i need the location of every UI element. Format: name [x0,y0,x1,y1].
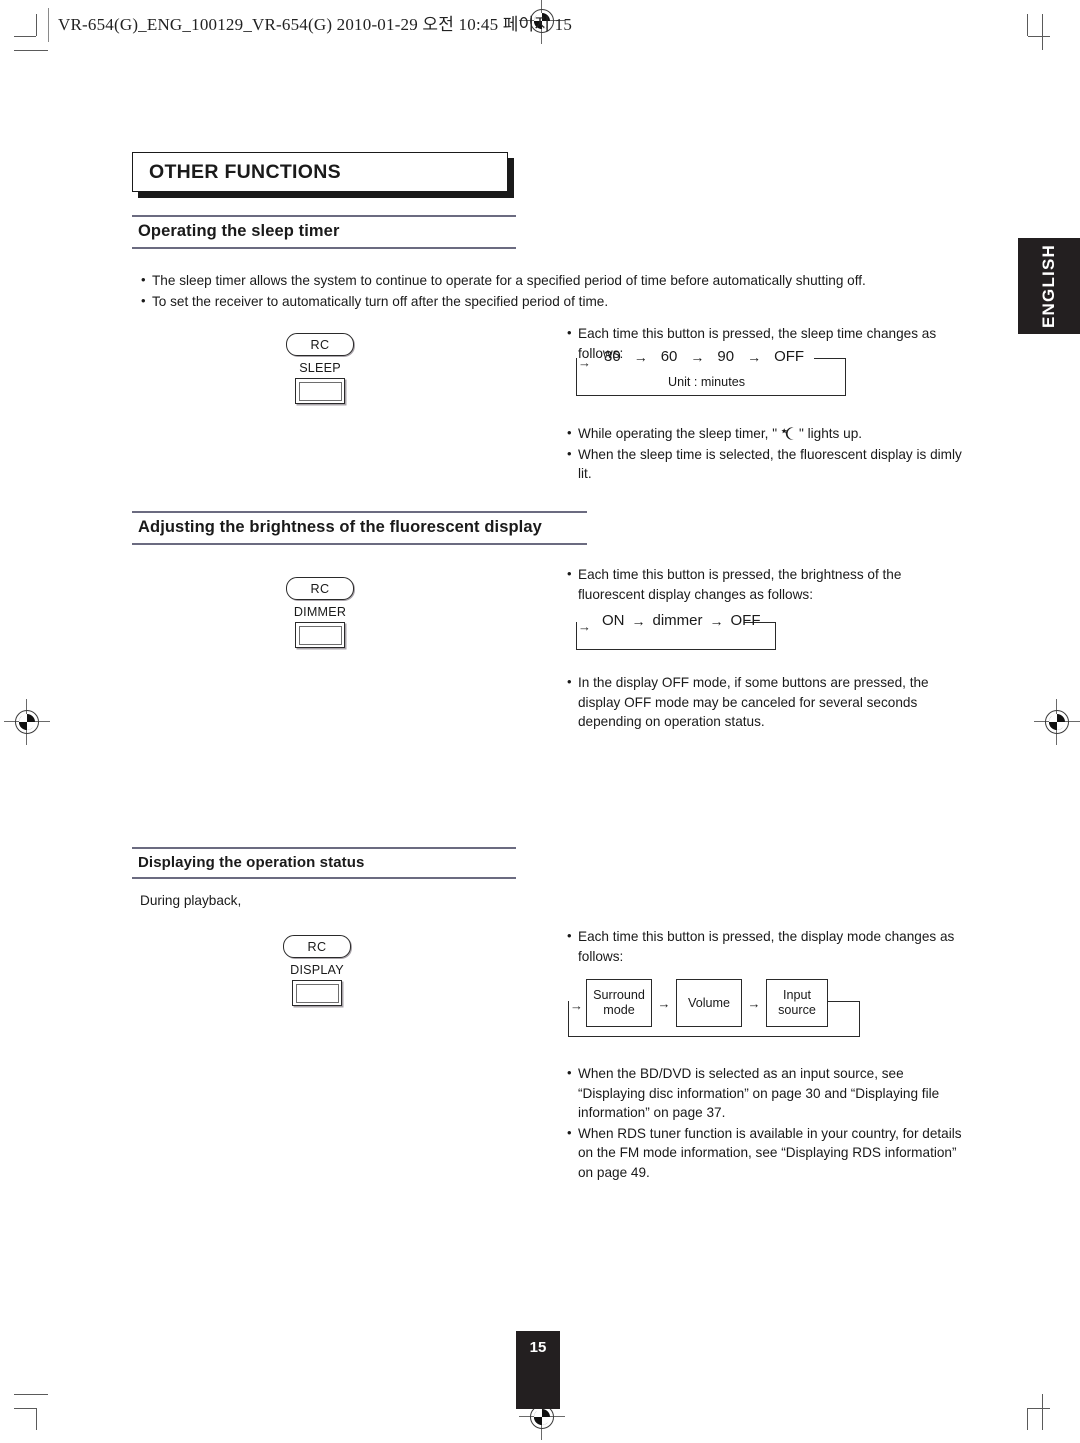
chapter-title-box: OTHER FUNCTIONS [132,152,508,192]
sleep-key-label: SLEEP [299,361,341,375]
chapter-title: OTHER FUNCTIONS [149,161,341,183]
brightness-after-text: In the display OFF mode, if some buttons… [566,672,966,733]
list-item: In the display OFF mode, if some buttons… [566,672,966,732]
list-item: When RDS tuner function is available in … [566,1123,966,1183]
section-heading-text: Displaying the operation status [138,854,365,871]
list-item: The sleep timer allows the system to con… [140,270,940,291]
crop-mark-bottom-left-h [14,1408,36,1409]
cycle-step: OFF [730,612,761,629]
moon-star-icon [777,426,799,441]
operation-status-lead: During playback, [140,893,242,908]
section-heading-operation-status: Displaying the operation status [132,847,516,879]
display-mode-box-label: Input source [778,988,816,1017]
cycle-arrow: → [657,995,671,1011]
sleep-key-button[interactable] [295,378,345,404]
cycle-step: 30 [604,348,621,365]
sleep-cycle-diagram: → 30 → 60 → 90 → OFF Unit : minutes [576,348,846,396]
list-item: When the BD/DVD is selected as an input … [566,1063,966,1123]
cycle-tail [826,1001,860,1002]
list-item: Each time this button is pressed, the di… [566,926,958,966]
list-item: When the sleep time is selected, the flu… [566,444,966,484]
display-key-label: DISPLAY [290,963,344,977]
rc-pill-sleep: RC [286,333,354,356]
list-item-pre: While operating the sleep timer, " [578,426,778,441]
operation-status-right-text: Each time this button is pressed, the di… [566,926,958,967]
header-rule [48,8,49,42]
list-item: While operating the sleep timer, " " ligh… [566,423,966,444]
cycle-arrow: → [690,348,705,365]
display-button-diagram: RC DISPLAY [283,935,351,1006]
crop-mark-top-right-v [1027,14,1028,36]
display-mode-box: Volume [676,979,742,1027]
display-mode-box-label: Volume [687,995,730,1010]
cycle-step: 60 [660,348,678,365]
display-mode-box: Surround mode [586,979,652,1027]
sleep-timer-after-text: While operating the sleep timer, " " ligh… [566,423,966,485]
language-side-tab: ENGLISH [1018,238,1080,334]
cycle-lead-arrow: → [570,998,583,1013]
cycle-steps: ON → dimmer → OFF [602,612,761,629]
list-item: Each time this button is pressed, the br… [566,564,958,604]
display-mode-cycle-diagram: → Surround mode → Volume → Input source [568,979,860,1037]
cycle-steps: 30 → 60 → 90 → OFF [604,348,804,365]
page-number: 15 [529,1339,547,1356]
section-heading-text: Operating the sleep timer [138,222,340,240]
dimmer-cycle-diagram: → ON → dimmer → OFF [576,612,776,650]
page-number-box: 15 [516,1331,560,1409]
list-item-post: " lights up. [799,426,863,441]
cycle-arrow: → [747,995,761,1011]
crop-mark-bottom-right-h [1028,1408,1050,1409]
language-side-tab-label: ENGLISH [1039,244,1058,328]
crop-mark-top-right-h2 [1042,14,1043,50]
cycle-step: OFF [774,348,805,365]
crop-mark-top-right-h [1028,36,1050,37]
rc-pill-label: RC [310,581,330,596]
cycle-arrow: → [633,348,648,365]
cycle-lead-arrow: → [578,355,591,370]
manual-page: VR-654(G)_ENG_100129_VR-654(G) 2010-01-2… [0,0,1080,1443]
sleep-timer-intro: The sleep timer allows the system to con… [140,270,940,312]
sleep-button-diagram: RC SLEEP [286,333,354,404]
crop-mark-top-left-v [36,14,37,36]
section-heading-text: Adjusting the brightness of the fluoresc… [138,518,542,536]
crop-mark-bottom-right-v [1027,1408,1028,1430]
section-heading-brightness: Adjusting the brightness of the fluoresc… [132,511,587,545]
cycle-arrow: → [631,612,646,629]
cycle-step: ON [602,612,625,629]
registration-mark-right [1034,699,1080,745]
operation-status-after-text: When the BD/DVD is selected as an input … [566,1063,966,1183]
crop-mark-bottom-left-h2 [14,1394,48,1395]
display-mode-box-label: Surround mode [593,988,645,1017]
section-heading-sleep-timer: Operating the sleep timer [132,215,516,249]
cycle-step: dimmer [652,612,703,629]
cycle-tail [814,358,846,359]
cycle-lead-arrow: → [578,619,591,634]
rc-pill-dimmer: RC [286,577,354,600]
registration-mark-left [4,699,50,745]
crop-mark-bottom-left-v [36,1408,37,1430]
list-item: To set the receiver to automatically tur… [140,291,940,312]
crop-mark-bottom-right-h2 [1042,1394,1043,1430]
print-header-text: VR-654(G)_ENG_100129_VR-654(G) 2010-01-2… [58,15,573,34]
crop-mark-top-left-h [14,36,36,37]
brightness-right-text: Each time this button is pressed, the br… [566,564,958,605]
display-mode-box: Input source [766,979,828,1027]
cycle-arrow: → [747,348,762,365]
cycle-unit-note: Unit : minutes [668,375,745,389]
dimmer-key-button[interactable] [295,622,345,648]
rc-pill-display: RC [283,935,351,958]
display-key-button[interactable] [292,980,342,1006]
rc-pill-label: RC [307,939,327,954]
cycle-arrow: → [709,612,724,629]
cycle-step: 90 [717,348,735,365]
dimmer-button-diagram: RC DIMMER [286,577,354,648]
crop-mark-top-left-h2 [14,50,48,51]
dimmer-key-label: DIMMER [293,605,347,619]
rc-pill-label: RC [310,337,330,352]
